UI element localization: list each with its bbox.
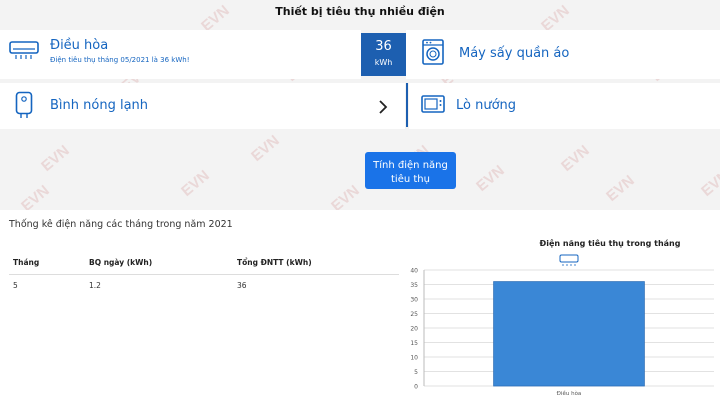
y-tick-label: 35 bbox=[410, 282, 418, 289]
kwh-unit: kWh bbox=[374, 58, 393, 67]
statistics-title: Thống kê điện năng các tháng trong năm 2… bbox=[9, 219, 233, 230]
device-label-water-heater: Bình nóng lạnh bbox=[50, 98, 149, 113]
evn-watermark: EVN bbox=[698, 167, 720, 200]
statistics-table: Tháng BQ ngày (kWh) Tổng ĐNTT (kWh) 5 1.… bbox=[9, 254, 399, 296]
calculate-consumption-button[interactable]: Tính điện năng tiêu thụ bbox=[365, 152, 456, 189]
column-header-month: Tháng bbox=[9, 254, 85, 275]
device-card-dryer[interactable]: Máy sấy quần áo bbox=[406, 30, 720, 79]
device-label-dryer: Máy sấy quần áo bbox=[459, 46, 570, 61]
calculate-button-line1: Tính điện năng bbox=[373, 159, 448, 171]
selection-divider bbox=[406, 83, 408, 127]
device-label-air-conditioner: Điều hòa bbox=[50, 38, 109, 53]
air-conditioner-icon bbox=[559, 254, 579, 266]
table-header-row: Tháng BQ ngày (kWh) Tổng ĐNTT (kWh) bbox=[9, 254, 399, 275]
device-card-oven[interactable]: Lò nướng bbox=[409, 83, 720, 129]
y-tick-label: 25 bbox=[410, 311, 418, 318]
device-card-water-heater[interactable]: Bình nóng lạnh bbox=[0, 83, 405, 129]
column-header-total: Tổng ĐNTT (kWh) bbox=[233, 254, 399, 275]
table-cell-month: 5 bbox=[13, 281, 18, 290]
air-conditioner-icon bbox=[9, 40, 39, 64]
evn-watermark: EVN bbox=[473, 162, 508, 195]
page-title: Thiết bị tiêu thụ nhiều điện bbox=[275, 5, 445, 18]
evn-watermark: EVN bbox=[248, 132, 283, 165]
table-row: 5 1.2 36 bbox=[9, 275, 399, 297]
water-heater-icon bbox=[15, 91, 33, 123]
evn-watermark: EVN bbox=[558, 142, 593, 175]
consumption-bar-chart: 0 5 10 15 20 25 30 35 40 Điều hòa bbox=[410, 254, 714, 397]
column-header-daily-avg: BQ ngày (kWh) bbox=[85, 254, 233, 275]
y-tick-label: 5 bbox=[414, 369, 418, 376]
kwh-value-badge: 36 kWh bbox=[361, 33, 406, 76]
kwh-value: 36 bbox=[375, 39, 392, 54]
device-consumption-note: Điện tiêu thụ tháng 05/2021 là 36 kWh! bbox=[50, 56, 190, 64]
device-label-oven: Lò nướng bbox=[456, 98, 517, 113]
y-tick-label: 30 bbox=[410, 297, 418, 304]
table-cell-total: 36 bbox=[237, 281, 247, 290]
evn-watermark: EVN bbox=[603, 172, 638, 205]
washing-machine-icon bbox=[422, 39, 444, 69]
chart-title: Điện năng tiêu thụ trong tháng bbox=[539, 239, 681, 248]
evn-watermark: EVN bbox=[178, 167, 213, 200]
microwave-oven-icon bbox=[421, 95, 445, 117]
device-card-air-conditioner[interactable]: Điều hòa Điện tiêu thụ tháng 05/2021 là … bbox=[0, 30, 361, 79]
y-tick-label: 10 bbox=[410, 355, 418, 362]
y-tick-label: 15 bbox=[410, 340, 418, 347]
y-tick-label: 0 bbox=[414, 384, 418, 391]
evn-watermark: EVN bbox=[38, 142, 73, 175]
calculate-button-line2: tiêu thụ bbox=[391, 173, 430, 185]
table-cell-daily-avg: 1.2 bbox=[89, 281, 101, 290]
y-tick-label: 40 bbox=[410, 268, 418, 275]
x-tick-label: Điều hòa bbox=[557, 389, 582, 397]
chart-bar bbox=[493, 281, 645, 387]
y-tick-label: 20 bbox=[410, 326, 418, 333]
chevron-right-icon[interactable] bbox=[378, 99, 388, 118]
